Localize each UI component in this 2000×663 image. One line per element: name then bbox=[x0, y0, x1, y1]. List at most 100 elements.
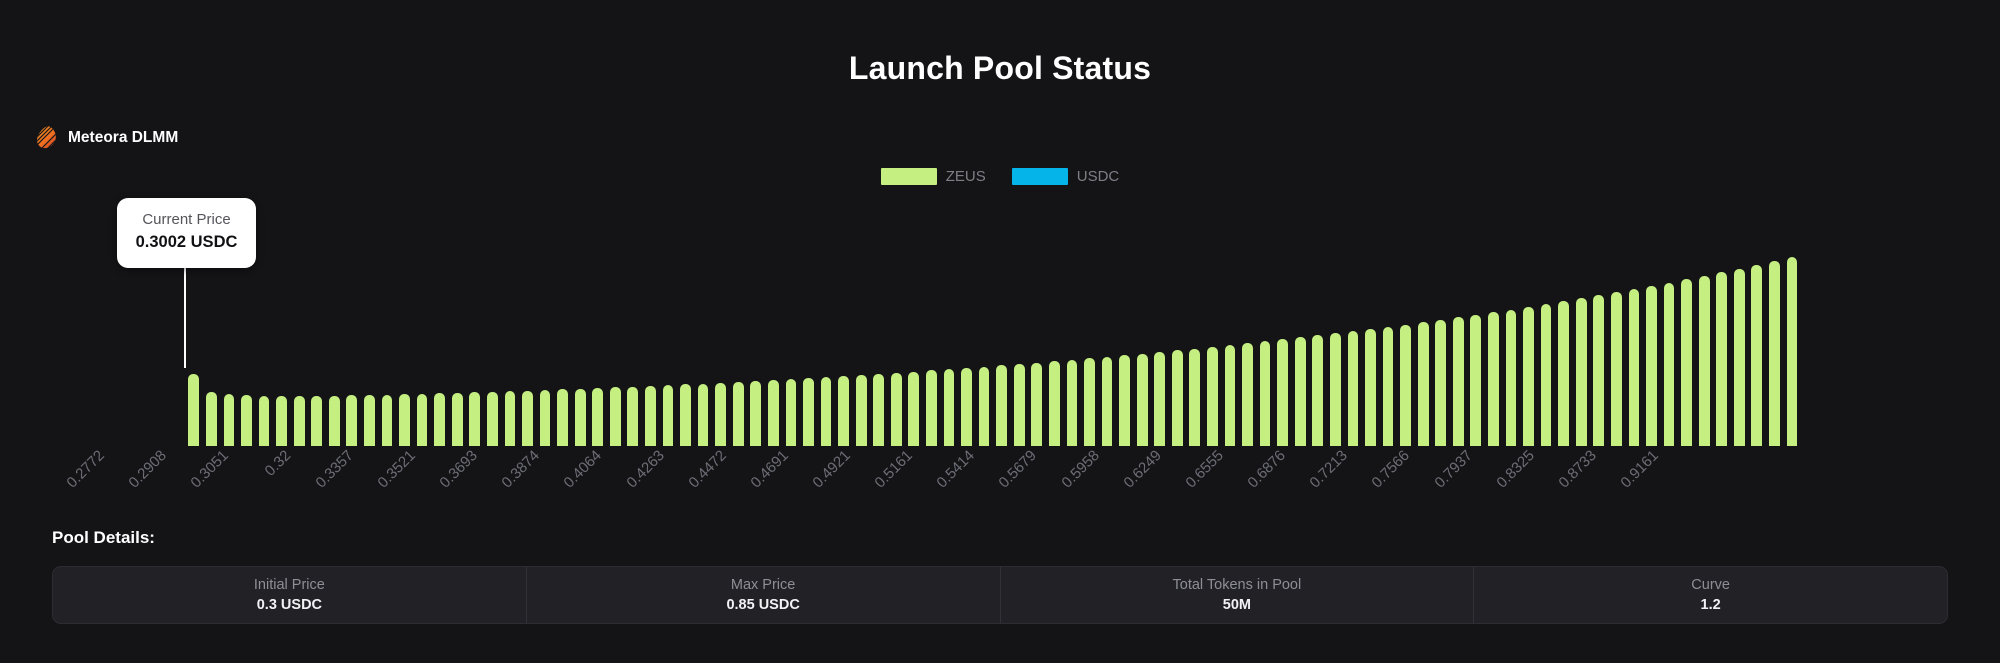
chart-bar[interactable] bbox=[873, 374, 885, 446]
chart-bar-slot[interactable] bbox=[607, 196, 625, 446]
chart-bar[interactable] bbox=[1154, 352, 1166, 446]
chart-bar-slot[interactable] bbox=[1590, 196, 1608, 446]
chart-bar-slot[interactable] bbox=[1362, 196, 1380, 446]
chart-bar-slot[interactable] bbox=[343, 196, 361, 446]
chart-bar-slot[interactable] bbox=[448, 196, 466, 446]
chart-bar-slot[interactable] bbox=[1450, 196, 1468, 446]
chart-bar[interactable] bbox=[750, 381, 762, 446]
chart-bar[interactable] bbox=[1119, 355, 1130, 446]
chart-bar-slot[interactable] bbox=[1010, 196, 1028, 446]
chart-bar-slot[interactable] bbox=[484, 196, 502, 446]
chart-bar-slot[interactable] bbox=[1116, 196, 1134, 446]
chart-bar[interactable] bbox=[1698, 276, 1710, 446]
chart-bar[interactable] bbox=[1646, 286, 1657, 446]
chart-bar[interactable] bbox=[1751, 265, 1763, 446]
chart-bar-slot[interactable] bbox=[905, 196, 923, 446]
chart-bar[interactable] bbox=[592, 388, 604, 446]
chart-bar[interactable] bbox=[662, 385, 674, 446]
chart-bar-slot[interactable] bbox=[1098, 196, 1116, 446]
chart-bar-slot[interactable] bbox=[712, 196, 730, 446]
chart-bar[interactable] bbox=[1101, 357, 1113, 446]
chart-bar[interactable] bbox=[1716, 272, 1728, 446]
chart-bar[interactable] bbox=[1294, 337, 1306, 446]
chart-bar[interactable] bbox=[1540, 304, 1552, 446]
chart-bar[interactable] bbox=[328, 396, 340, 446]
chart-bar-slot[interactable] bbox=[1572, 196, 1590, 446]
chart-bar[interactable] bbox=[961, 368, 972, 446]
chart-bar[interactable] bbox=[1084, 358, 1095, 446]
chart-bar-slot[interactable] bbox=[378, 196, 396, 446]
chart-bar[interactable] bbox=[1435, 320, 1447, 446]
chart-bar-slot[interactable] bbox=[396, 196, 414, 446]
chart-bar-slot[interactable] bbox=[1502, 196, 1520, 446]
chart-bar[interactable] bbox=[1417, 322, 1429, 446]
chart-bar[interactable] bbox=[1628, 289, 1640, 446]
chart-bar-slot[interactable] bbox=[1344, 196, 1362, 446]
chart-bar-slot[interactable] bbox=[1731, 196, 1749, 446]
chart-bar[interactable] bbox=[276, 396, 287, 446]
chart-bar[interactable] bbox=[539, 390, 551, 446]
chart-bar[interactable] bbox=[1136, 354, 1148, 446]
chart-bar[interactable] bbox=[1312, 335, 1324, 446]
chart-bar-slot[interactable] bbox=[870, 196, 888, 446]
chart-bar[interactable] bbox=[1593, 295, 1605, 446]
chart-bar[interactable] bbox=[1733, 269, 1745, 446]
chart-bar[interactable] bbox=[1470, 315, 1482, 446]
chart-bar[interactable] bbox=[943, 369, 955, 446]
chart-bar-slot[interactable] bbox=[431, 196, 449, 446]
chart-bar-slot[interactable] bbox=[1467, 196, 1485, 446]
chart-bar-slot[interactable] bbox=[554, 196, 572, 446]
chart-bar[interactable] bbox=[258, 396, 270, 446]
chart-bar-slot[interactable] bbox=[1169, 196, 1187, 446]
chart-bar-slot[interactable] bbox=[361, 196, 379, 446]
chart-bar[interactable] bbox=[1048, 361, 1060, 446]
chart-bar[interactable] bbox=[399, 394, 410, 446]
chart-bar[interactable] bbox=[1224, 345, 1236, 446]
chart-bar-slot[interactable] bbox=[1608, 196, 1626, 446]
chart-bar-slot[interactable] bbox=[536, 196, 554, 446]
chart-bar-slot[interactable] bbox=[765, 196, 783, 446]
chart-bar[interactable] bbox=[1365, 329, 1376, 446]
chart-bar[interactable] bbox=[1505, 310, 1517, 446]
chart-bar[interactable] bbox=[1558, 301, 1569, 446]
chart-bar-slot[interactable] bbox=[255, 196, 273, 446]
chart-bar-slot[interactable] bbox=[1379, 196, 1397, 446]
chart-bar-slot[interactable] bbox=[993, 196, 1011, 446]
chart-bar-slot[interactable] bbox=[571, 196, 589, 446]
chart-bar[interactable] bbox=[1382, 327, 1394, 446]
chart-bar[interactable] bbox=[609, 387, 621, 446]
chart-bar[interactable] bbox=[451, 393, 463, 446]
chart-bar-slot[interactable] bbox=[1432, 196, 1450, 446]
chart-bar[interactable] bbox=[311, 396, 323, 446]
chart-bar[interactable] bbox=[697, 384, 709, 446]
chart-bar[interactable] bbox=[838, 376, 849, 446]
chart-bar-slot[interactable] bbox=[1186, 196, 1204, 446]
chart-bar[interactable] bbox=[890, 373, 902, 446]
chart-bar[interactable] bbox=[223, 394, 235, 446]
chart-bar[interactable] bbox=[908, 372, 920, 446]
chart-bar[interactable] bbox=[1575, 298, 1587, 446]
chart-bar[interactable] bbox=[978, 367, 990, 446]
chart-bar-slot[interactable] bbox=[624, 196, 642, 446]
chart-bar[interactable] bbox=[522, 391, 533, 446]
chart-bar-slot[interactable] bbox=[413, 196, 431, 446]
chart-bar-slot[interactable] bbox=[677, 196, 695, 446]
chart-bar-slot[interactable] bbox=[1291, 196, 1309, 446]
chart-bar-slot[interactable] bbox=[466, 196, 484, 446]
chart-bar-slot[interactable] bbox=[1695, 196, 1713, 446]
chart-bar-slot[interactable] bbox=[1397, 196, 1415, 446]
chart-bar-slot[interactable] bbox=[1239, 196, 1257, 446]
chart-bar-slot[interactable] bbox=[1221, 196, 1239, 446]
chart-bar-slot[interactable] bbox=[835, 196, 853, 446]
chart-bar-slot[interactable] bbox=[1660, 196, 1678, 446]
chart-bar-slot[interactable] bbox=[1520, 196, 1538, 446]
chart-bar-slot[interactable] bbox=[940, 196, 958, 446]
chart-bar[interactable] bbox=[715, 383, 726, 446]
chart-bar-slot[interactable] bbox=[1274, 196, 1292, 446]
chart-bar-slot[interactable] bbox=[1485, 196, 1503, 446]
chart-bar[interactable] bbox=[996, 365, 1007, 446]
chart-bar-slot[interactable] bbox=[1063, 196, 1081, 446]
chart-bar[interactable] bbox=[1610, 292, 1622, 446]
chart-bar[interactable] bbox=[1171, 350, 1183, 446]
chart-bar[interactable] bbox=[1786, 257, 1798, 446]
